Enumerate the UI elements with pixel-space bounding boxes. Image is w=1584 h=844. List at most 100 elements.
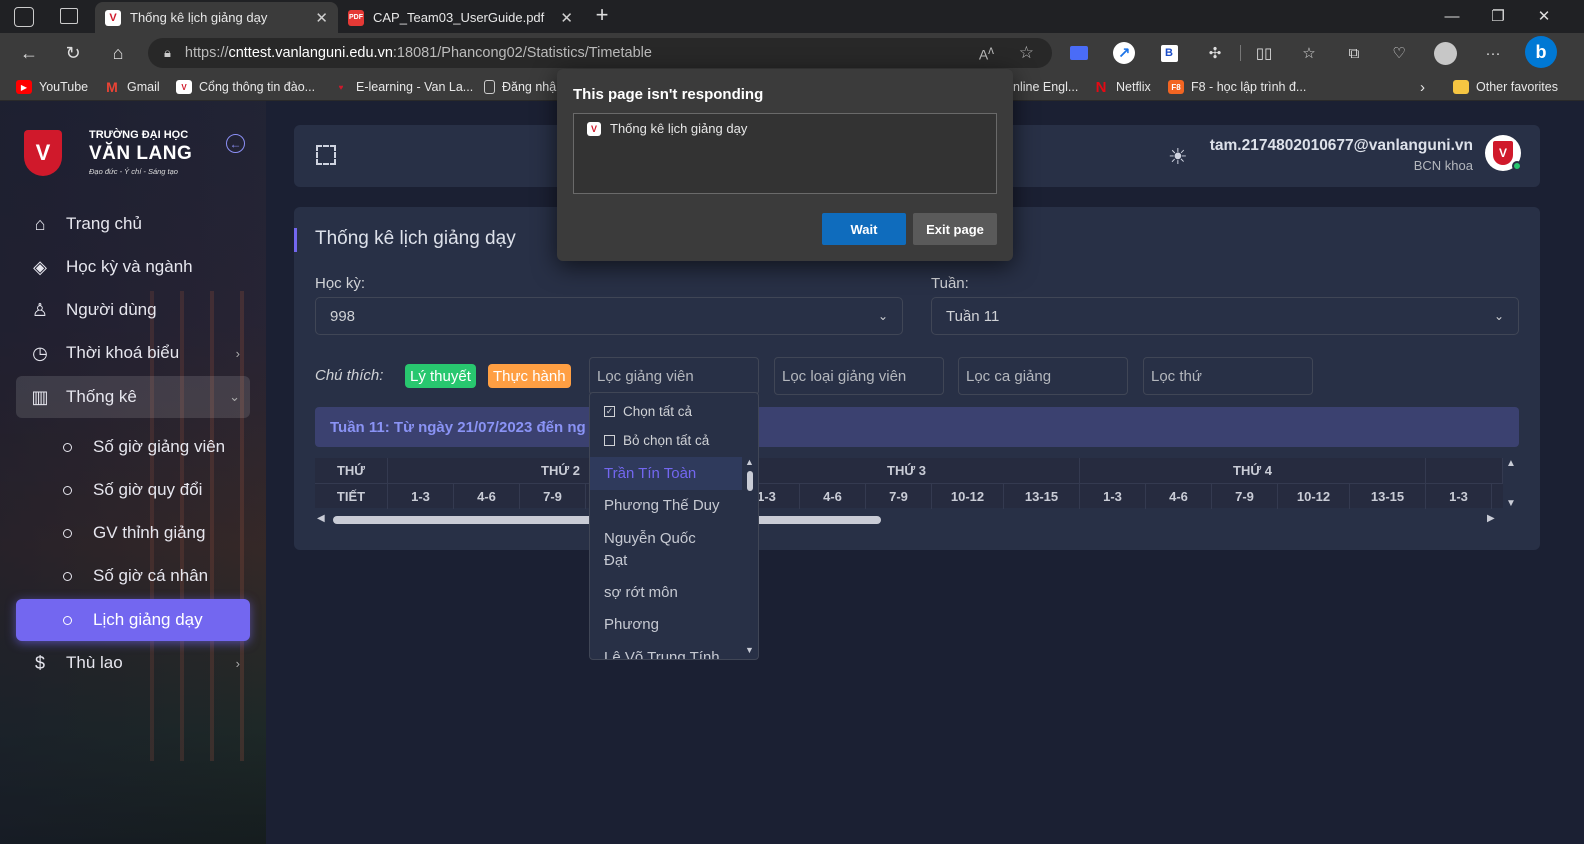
filter-lecturer-type[interactable]: Lọc loại giảng viên xyxy=(774,357,944,395)
wait-button[interactable]: Wait xyxy=(822,213,906,245)
circle-icon xyxy=(63,485,72,495)
table-horizontal-scrollbar[interactable]: ◀ ▶ xyxy=(315,513,1503,527)
extension-icon-3[interactable]: B xyxy=(1157,41,1181,65)
lecturer-option[interactable]: Trần Tín Toàn xyxy=(590,457,742,490)
filter-weekday[interactable]: Lọc thứ xyxy=(1143,357,1313,395)
home-icon: ⌂ xyxy=(34,213,46,234)
day-header-thu4: THỨ 4 xyxy=(1080,458,1426,483)
pdf-icon: PDF xyxy=(348,9,364,26)
filter-lecturer[interactable]: Lọc giảng viên xyxy=(589,357,759,395)
bookmark-label: F8 - học lập trình đ... xyxy=(1191,80,1307,94)
bookmark-online-english[interactable]: nline Engl... xyxy=(1013,77,1078,97)
sidebar-subitem-so-gio-giang-vien[interactable]: Số giờ giảng viên xyxy=(16,426,250,468)
lecturer-option[interactable]: sợ rớt môn xyxy=(590,582,742,604)
bing-copilot-icon[interactable]: b xyxy=(1525,36,1557,68)
scroll-left-arrow-icon[interactable]: ◀ xyxy=(317,513,325,524)
bookmark-label: nline Engl... xyxy=(1013,80,1079,94)
close-tab-icon[interactable]: ✕ xyxy=(315,9,328,27)
semester-select[interactable]: 998 ⌄ xyxy=(315,297,903,335)
scroll-down-arrow-icon[interactable]: ▼ xyxy=(1506,498,1516,509)
dropdown-scrollbar[interactable]: ▲ ▼ xyxy=(743,457,758,659)
sidebar-item-thoi-khoa-bieu[interactable]: ◷ Thời khoá biểu › xyxy=(16,332,250,374)
more-bookmarks-chevron-icon[interactable]: › xyxy=(1420,77,1425,97)
more-options-icon[interactable]: ··· xyxy=(1481,41,1505,65)
lecturer-option[interactable]: Phương Thế Duy xyxy=(590,495,742,517)
bookmark-gmail[interactable]: M Gmail xyxy=(104,77,160,97)
vlu-icon: ♥ xyxy=(338,82,344,92)
page-icon xyxy=(484,80,495,94)
extension-icon-1[interactable] xyxy=(1067,41,1091,65)
period-cell: 4-6 xyxy=(800,484,866,509)
avatar[interactable]: V xyxy=(1485,135,1522,171)
collections-icon[interactable]: ⧉ xyxy=(1342,41,1366,65)
unresponsive-page-item[interactable]: V Thống kê lịch giảng dạy xyxy=(587,121,747,136)
scroll-down-arrow-icon[interactable]: ▼ xyxy=(745,645,754,655)
close-tab-icon[interactable]: ✕ xyxy=(560,9,573,27)
sidebar-item-thu-lao[interactable]: $ Thù lao › xyxy=(16,642,250,684)
sidebar-subitem-gv-thinh-giang[interactable]: GV thỉnh giảng xyxy=(16,512,250,554)
theme-toggle-sun-icon[interactable]: ☀ xyxy=(1168,144,1188,170)
lecturer-option[interactable]: Lê Võ Trung Tính xyxy=(590,647,742,659)
minimize-icon[interactable]: — xyxy=(1429,0,1475,32)
read-aloud-icon[interactable]: Aʌ xyxy=(979,44,994,63)
profile-avatar-icon[interactable] xyxy=(1433,41,1457,65)
period-cell: 13-15 xyxy=(1350,484,1426,509)
sidebar-subitem-so-gio-quy-doi[interactable]: Số giờ quy đổi xyxy=(16,469,250,511)
logo-slogan: Đạo đức - Ý chí - Sáng tạo xyxy=(89,167,178,176)
tab-timetable[interactable]: V Thống kê lịch giảng dạy ✕ xyxy=(95,2,338,33)
select-all-option[interactable]: ✓ Chọn tất cả xyxy=(604,399,692,423)
exit-page-button[interactable]: Exit page xyxy=(913,213,997,245)
home-icon[interactable]: ⌂ xyxy=(104,40,132,66)
favorite-star-icon[interactable]: ☆ xyxy=(1019,43,1034,63)
collapse-sidebar-icon[interactable]: ← xyxy=(226,134,245,153)
back-icon[interactable]: ← xyxy=(15,40,43,66)
bookmark-cong-thong-tin[interactable]: V Cổng thông tin đào... xyxy=(176,77,315,97)
fullscreen-icon[interactable] xyxy=(316,145,336,165)
sidebar-subitem-lich-giang-day[interactable]: Lịch giảng dạy xyxy=(16,599,250,641)
tab-pdf[interactable]: PDF CAP_Team03_UserGuide.pdf ✕ xyxy=(338,2,583,33)
extension-icon-2[interactable]: ↗ xyxy=(1112,41,1136,65)
address-bar[interactable]: 🔒︎ https:// cnttest.vanlanguni.edu.vn :1… xyxy=(148,38,1052,68)
scroll-thumb[interactable] xyxy=(747,471,753,491)
bookmark-elearning[interactable]: ♥ E-learning - Van La... xyxy=(333,77,474,97)
scroll-up-arrow-icon[interactable]: ▲ xyxy=(1506,458,1516,469)
other-favorites[interactable]: Other favorites xyxy=(1453,77,1558,97)
workspaces-icon[interactable] xyxy=(14,7,34,27)
period-cell: 4-6 xyxy=(1146,484,1212,509)
university-logo-icon[interactable]: V xyxy=(24,130,62,176)
lecturer-option[interactable]: Phương xyxy=(590,614,742,636)
bookmark-netflix[interactable]: N Netflix xyxy=(1093,77,1151,97)
new-tab-icon[interactable]: + xyxy=(591,4,613,28)
split-screen-icon[interactable]: ▯▯ xyxy=(1252,41,1276,65)
sidebar-item-hoc-ky[interactable]: ◈ Học kỳ và ngành xyxy=(16,246,250,288)
tab-actions-icon[interactable] xyxy=(60,8,78,24)
scroll-right-arrow-icon[interactable]: ▶ xyxy=(1487,513,1495,524)
tab-title: CAP_Team03_UserGuide.pdf xyxy=(373,10,545,25)
sidebar-item-trang-chu[interactable]: ⌂ Trang chủ xyxy=(16,203,250,245)
bookmark-dang-nhap[interactable]: Đăng nhậ xyxy=(484,77,556,97)
user-email[interactable]: tam.2174802010677@vanlanguni.vn xyxy=(1210,137,1473,155)
lecturer-option[interactable]: Nguyễn Quốc Đạt xyxy=(590,528,718,572)
week-select[interactable]: Tuần 11 ⌄ xyxy=(931,297,1519,335)
refresh-icon[interactable]: ↻ xyxy=(59,40,87,66)
browser-essentials-icon[interactable]: ♡ xyxy=(1387,41,1411,65)
bookmark-f8[interactable]: F8 F8 - học lập trình đ... xyxy=(1168,77,1306,97)
layers-icon: ◈ xyxy=(33,256,47,277)
deselect-all-option[interactable]: Bỏ chọn tất cả xyxy=(604,428,709,452)
restore-icon[interactable]: ❐ xyxy=(1475,0,1521,32)
filter-shift[interactable]: Lọc ca giảng xyxy=(958,357,1128,395)
checkbox-checked-icon: ✓ xyxy=(604,405,615,417)
favorites-icon[interactable]: ☆ xyxy=(1297,41,1321,65)
bookmark-youtube[interactable]: ▶ YouTube xyxy=(16,77,88,97)
extensions-puzzle-icon[interactable]: ✣ xyxy=(1203,41,1227,65)
scroll-up-arrow-icon[interactable]: ▲ xyxy=(745,457,754,467)
vlu-icon: V xyxy=(176,80,192,94)
bookmark-label: E-learning - Van La... xyxy=(356,80,474,94)
dollar-icon: $ xyxy=(34,652,45,673)
sidebar-item-thong-ke[interactable]: ▥ Thống kê ⌄ xyxy=(16,376,250,418)
close-window-icon[interactable]: ✕ xyxy=(1521,0,1567,32)
sidebar-subitem-so-gio-ca-nhan[interactable]: Số giờ cá nhân xyxy=(16,555,250,597)
table-vertical-scrollbar[interactable]: ▲ ▼ xyxy=(1503,458,1519,513)
sidebar-item-nguoi-dung[interactable]: ♙ Người dùng xyxy=(16,289,250,331)
lock-icon[interactable]: 🔒︎ xyxy=(164,45,171,61)
